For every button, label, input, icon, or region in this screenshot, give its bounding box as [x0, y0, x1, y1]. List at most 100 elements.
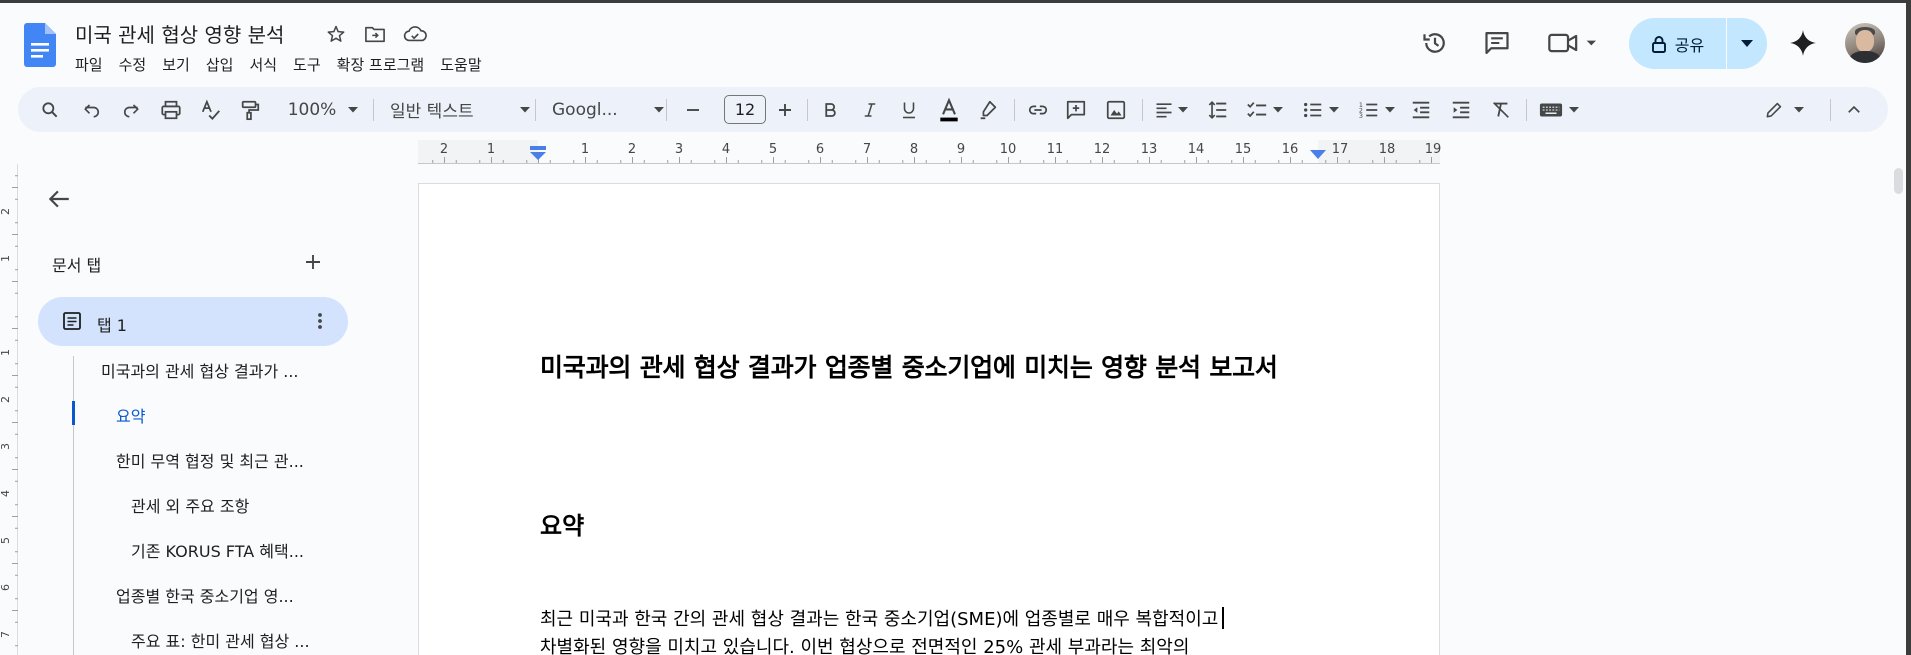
ruler-number: 14	[1187, 142, 1205, 157]
ruler-number: 16	[1281, 142, 1299, 157]
horizontal-ruler[interactable]: 2 1 1 2 3 4 5 6 7 8 9 10 11 12 13 14 15 …	[418, 140, 1442, 164]
highlight-color-icon[interactable]	[973, 93, 1003, 126]
vruler-number: 2	[0, 208, 12, 215]
menu-insert[interactable]: 삽입	[198, 52, 242, 77]
tab-1[interactable]: 탭 1	[38, 297, 348, 346]
bulleted-list-icon	[1303, 102, 1321, 117]
back-arrow-icon[interactable]	[46, 186, 72, 212]
menu-view[interactable]: 보기	[154, 52, 198, 77]
doc-title[interactable]: 미국 관세 협상 영향 분석	[75, 19, 284, 48]
line-spacing-icon[interactable]	[1203, 93, 1233, 126]
menu-extensions[interactable]: 확장 프로그램	[329, 52, 433, 77]
header: 미국 관세 협상 영향 분석 파일 수정 보기 삽입 서식 도구 확장 프로그램…	[0, 3, 1911, 80]
more-vert-icon[interactable]	[310, 311, 330, 331]
zoom-value: 100%	[287, 99, 337, 120]
cloud-saved-icon[interactable]	[402, 21, 428, 47]
gemini-sparkle-icon[interactable]	[1783, 23, 1823, 63]
ruler-number: 19	[1424, 142, 1442, 157]
ruler-number: 15	[1234, 142, 1252, 157]
undo-icon[interactable]	[77, 93, 107, 126]
outline-item-sme-impact[interactable]: 업종별 한국 중소기업 영...	[116, 583, 294, 607]
outline-item-non-tariff-provisions[interactable]: 관세 외 주요 조항	[131, 493, 249, 517]
spellcheck-icon[interactable]	[196, 93, 226, 126]
plus-icon	[306, 255, 320, 269]
menu-help[interactable]: 도움말	[432, 52, 489, 77]
docs-logo-icon[interactable]	[24, 23, 56, 67]
scrollbar-thumb[interactable]	[1894, 168, 1903, 194]
document-tabs-title: 문서 탭	[52, 256, 102, 275]
toolbar-divider	[1830, 99, 1831, 121]
section-heading-summary[interactable]: 요약	[540, 506, 584, 541]
ruler-number: 10	[999, 142, 1017, 157]
font-value: Googl...	[552, 99, 618, 120]
meet-video-icon[interactable]	[1546, 23, 1604, 63]
ruler-number: 3	[674, 142, 684, 157]
checklist-menu[interactable]	[1240, 93, 1288, 126]
left-indent-marker[interactable]	[529, 146, 547, 160]
editing-mode-menu[interactable]	[1756, 93, 1812, 126]
increase-font-size-icon[interactable]	[770, 93, 800, 126]
comments-icon[interactable]	[1477, 23, 1517, 63]
outline-item-korus-benefits[interactable]: 기존 KORUS FTA 혜택...	[131, 538, 304, 562]
align-menu[interactable]	[1150, 93, 1192, 126]
paint-format-icon[interactable]	[235, 93, 265, 126]
menu-edit[interactable]: 수정	[111, 52, 155, 77]
vruler-number: 5	[0, 537, 12, 544]
menu-tools[interactable]: 도구	[285, 52, 329, 77]
account-avatar[interactable]	[1845, 23, 1885, 63]
decrease-indent-icon[interactable]	[1406, 93, 1436, 126]
move-folder-icon[interactable]	[362, 21, 388, 47]
search-menus-icon[interactable]	[35, 93, 65, 126]
text-color-icon[interactable]	[932, 93, 966, 126]
bold-icon[interactable]	[815, 93, 845, 126]
menu-format[interactable]: 서식	[241, 52, 285, 77]
underline-icon[interactable]	[894, 93, 924, 126]
menu-file[interactable]: 파일	[75, 52, 111, 77]
italic-icon[interactable]	[855, 93, 885, 126]
font-select[interactable]: Googl...	[548, 93, 672, 126]
window-frame	[1906, 0, 1911, 655]
vruler-number: 3	[0, 443, 12, 450]
caret-down-icon	[654, 106, 664, 112]
document-heading[interactable]: 미국과의 관세 협상 결과가 업종별 중소기업에 미치는 영향 분석 보고서	[540, 348, 1278, 384]
pencil-icon	[1766, 102, 1782, 117]
redo-icon[interactable]	[116, 93, 146, 126]
svg-text:3: 3	[1358, 111, 1362, 119]
toolbar-divider	[807, 99, 808, 121]
insert-comment-icon[interactable]	[1061, 93, 1091, 126]
document-page[interactable]: 미국과의 관세 협상 결과가 업종별 중소기업에 미치는 영향 분석 보고서 요…	[418, 183, 1440, 655]
zoom-select[interactable]: 100%	[278, 93, 368, 126]
star-icon[interactable]	[323, 21, 349, 47]
decrease-font-size-icon[interactable]	[678, 93, 708, 126]
increase-indent-icon[interactable]	[1446, 93, 1476, 126]
insert-image-icon[interactable]	[1101, 93, 1131, 126]
clear-formatting-icon[interactable]	[1486, 93, 1516, 126]
font-size-input[interactable]: 12	[724, 95, 766, 124]
share-dropdown-button[interactable]	[1727, 18, 1767, 69]
outline-item-trade-agreement[interactable]: 한미 무역 협정 및 최근 관...	[116, 448, 304, 472]
right-indent-marker[interactable]	[1309, 150, 1327, 160]
numbered-list-menu[interactable]: 123	[1352, 93, 1400, 126]
vruler-number: 1	[0, 255, 12, 262]
hide-menus-chevron-up-icon[interactable]	[1839, 93, 1869, 126]
paragraph-style-select[interactable]: 일반 텍스트	[386, 93, 538, 126]
version-history-icon[interactable]	[1415, 23, 1455, 63]
share-main-button[interactable]: 공유	[1629, 18, 1727, 69]
input-tools-menu[interactable]	[1535, 93, 1583, 126]
print-icon[interactable]	[156, 93, 186, 126]
outline-item-summary[interactable]: 요약	[116, 403, 145, 427]
add-tab-button[interactable]	[302, 251, 324, 273]
bulleted-list-menu[interactable]	[1296, 93, 1344, 126]
numbered-list-icon: 123	[1358, 100, 1377, 119]
outline-item-title[interactable]: 미국과의 관세 협상 결과가 ...	[101, 358, 299, 382]
vertical-ruler[interactable]: 2 1 1 2 3 4 5 6 7	[0, 164, 18, 655]
summary-paragraph[interactable]: 최근 미국과 한국 간의 관세 협상 결과는 한국 중소기업(SME)에 업종별…	[540, 606, 1320, 655]
outline-item-key-table[interactable]: 주요 표: 한미 관세 협상 ...	[131, 628, 310, 652]
insert-link-icon[interactable]	[1023, 93, 1053, 126]
menubar: 파일 수정 보기 삽입 서식 도구 확장 프로그램 도움말	[75, 52, 490, 77]
ruler-number: 1	[580, 142, 590, 157]
share-button[interactable]: 공유	[1629, 18, 1767, 69]
ruler-number: 7	[862, 142, 872, 157]
ruler-number: 13	[1140, 142, 1158, 157]
toolbar-divider	[1526, 99, 1527, 121]
